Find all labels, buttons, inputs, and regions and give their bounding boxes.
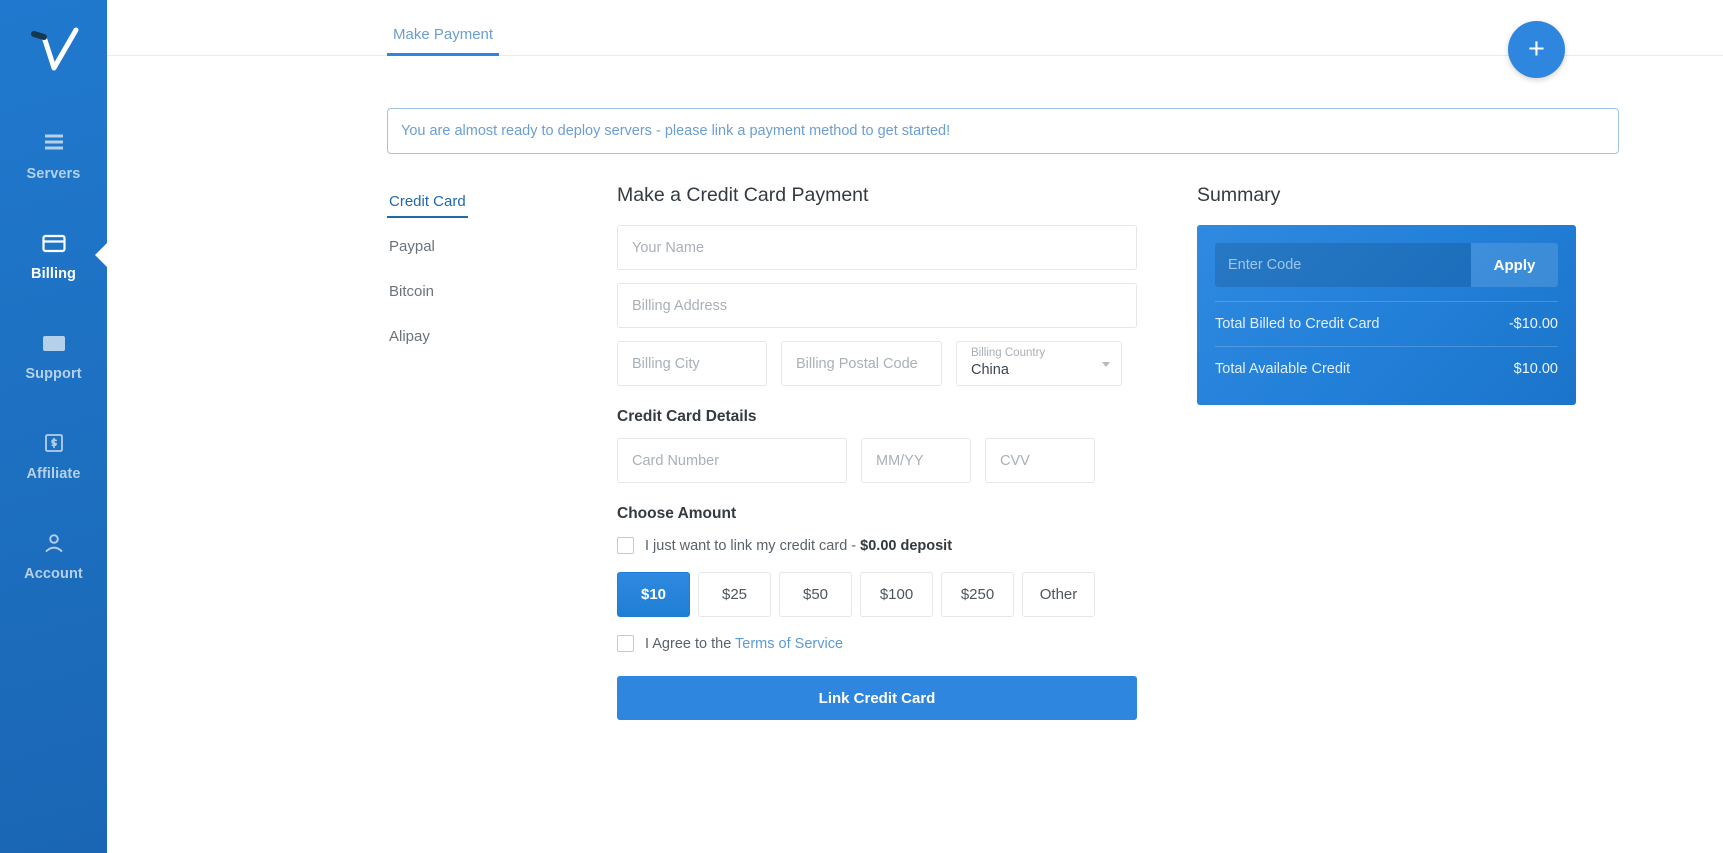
payment-columns: Credit Card Paypal Bitcoin Alipay Make a… [387,184,1723,720]
amount-button[interactable]: $250 [941,572,1014,617]
billing-country-select[interactable]: Billing Country China [956,341,1122,386]
payment-method-label: Alipay [389,328,430,345]
form-title: Make a Credit Card Payment [617,184,869,206]
sidebar-item-affiliate[interactable]: Affiliate [0,418,107,492]
summary-row: Total Billed to Credit Card -$10.00 [1215,301,1558,346]
topbar: Make Payment + [107,0,1723,78]
payment-method-label: Bitcoin [389,283,435,300]
name-input[interactable] [617,225,1137,270]
card-expiry-input[interactable] [861,438,971,483]
summary-panel: Summary Apply Total Billed to Credit Car… [1197,184,1597,720]
checkmark-logo-icon [30,27,78,71]
summary-card: Apply Total Billed to Credit Card -$10.0… [1197,225,1576,405]
sidebar-item-label: Support [25,366,82,382]
sidebar: Servers Billing Support Affiliate Accoun… [0,0,107,853]
credit-card-icon [41,228,67,258]
promo-code-input[interactable] [1215,243,1471,287]
info-banner: You are almost ready to deploy servers -… [387,108,1619,154]
amount-options: $10 $25 $50 $100 $250 Other [617,572,1137,617]
link-credit-card-button[interactable]: Link Credit Card [617,676,1137,720]
amount-button[interactable]: $100 [860,572,933,617]
payment-method-credit-card[interactable]: Credit Card [387,193,468,218]
summary-row-value: $10.00 [1513,361,1558,377]
add-button[interactable]: + [1508,21,1565,78]
main-area: Make Payment + You are almost ready to d… [107,0,1723,853]
sidebar-item-billing[interactable]: Billing [0,218,107,292]
sidebar-item-label: Affiliate [26,466,81,482]
checkbox-unchecked-icon[interactable] [617,635,634,652]
sidebar-item-account[interactable]: Account [0,518,107,592]
card-details-row [617,438,1137,483]
payment-method-alipay[interactable]: Alipay [387,328,432,353]
billing-postal-input[interactable] [781,341,942,386]
tab-label: Make Payment [393,26,494,43]
app-root: Servers Billing Support Affiliate Accoun… [0,0,1723,853]
dollar-box-icon [43,428,65,458]
amount-label: $50 [802,586,829,603]
amount-label: $250 [960,586,995,603]
link-only-checkbox-row[interactable]: I just want to link my credit card - $0.… [617,537,1137,554]
page-content: You are almost ready to deploy servers -… [107,108,1723,720]
sidebar-item-label: Billing [31,266,76,282]
terms-of-service-link[interactable]: Terms of Service [735,636,843,652]
summary-row-label: Total Billed to Credit Card [1215,316,1380,332]
checkbox-unchecked-icon[interactable] [617,537,634,554]
billing-address-input[interactable] [617,283,1137,328]
envelope-icon [41,328,67,358]
terms-checkbox-row[interactable]: I Agree to the Terms of Service [617,635,1137,652]
sidebar-item-servers[interactable]: Servers [0,118,107,192]
payment-method-tabs: Credit Card Paypal Bitcoin Alipay [387,184,617,720]
user-icon [42,528,66,558]
billing-country-value: China [971,362,1009,378]
tab-make-payment[interactable]: Make Payment [387,26,500,56]
card-cvv-input[interactable] [985,438,1095,483]
chevron-down-icon [1102,362,1110,367]
server-stack-icon [42,128,66,158]
amount-button[interactable]: $50 [779,572,852,617]
amount-button[interactable]: $25 [698,572,771,617]
amount-label: $25 [721,586,748,603]
payment-method-label: Credit Card [389,193,466,210]
payment-method-label: Paypal [389,238,435,255]
info-banner-text: You are almost ready to deploy servers -… [401,123,951,139]
sidebar-item-label: Servers [26,166,81,182]
amount-label: Other [1039,586,1078,603]
link-only-label: I just want to link my credit card - [645,537,861,554]
card-number-input[interactable] [617,438,847,483]
sidebar-item-label: Account [24,566,83,582]
amount-label: $100 [879,586,914,603]
summary-title: Summary [1197,184,1281,206]
link-only-amount: $0.00 deposit [860,537,953,554]
summary-row: Total Available Credit $10.00 [1215,346,1558,391]
promo-code-row: Apply [1215,243,1558,287]
payment-form: Make a Credit Card Payment Billing Count… [617,184,1137,720]
choose-amount-title: Choose Amount [617,505,737,522]
brand-logo[interactable] [22,22,86,78]
billing-country-label: Billing Country [971,347,1046,359]
summary-row-label: Total Available Credit [1215,361,1351,377]
summary-row-value: -$10.00 [1508,316,1558,332]
amount-label: $10 [640,586,667,603]
payment-method-paypal[interactable]: Paypal [387,238,437,263]
apply-code-button[interactable]: Apply [1471,243,1558,287]
terms-label: I Agree to the [645,635,736,652]
plus-icon: + [1528,33,1545,65]
city-postal-country-row: Billing Country China [617,341,1137,386]
billing-city-input[interactable] [617,341,767,386]
payment-method-bitcoin[interactable]: Bitcoin [387,283,436,308]
card-details-title: Credit Card Details [617,408,757,425]
sidebar-item-support[interactable]: Support [0,318,107,392]
amount-button[interactable]: $10 [617,572,690,617]
amount-button[interactable]: Other [1022,572,1095,617]
